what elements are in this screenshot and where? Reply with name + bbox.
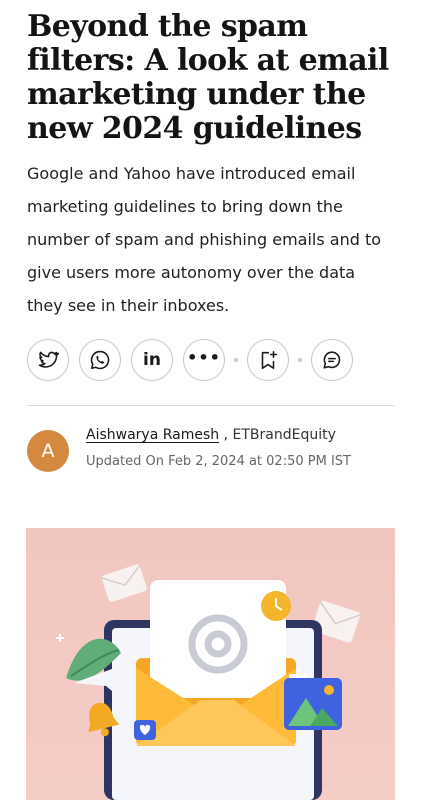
publication-name[interactable]: ETBrandEquity (233, 427, 336, 443)
author-name-link[interactable]: Aishwarya Ramesh (86, 427, 219, 443)
more-share-button[interactable]: ••• (183, 339, 225, 381)
bookmark-add-icon (261, 350, 278, 370)
hero-image (26, 528, 395, 800)
twitter-share-button[interactable] (27, 339, 69, 381)
avatar[interactable]: A (27, 430, 69, 472)
whatsapp-icon (90, 350, 110, 370)
more-icon: ••• (187, 347, 221, 367)
twitter-icon (38, 351, 59, 368)
article-header: Beyond the spam filters: A look at email… (27, 0, 395, 472)
linkedin-icon: in (143, 350, 161, 370)
divider (27, 405, 395, 406)
whatsapp-share-button[interactable] (79, 339, 121, 381)
author-meta: Aishwarya Ramesh , ETBrandEquity Updated… (86, 427, 351, 469)
email-illustration-icon (56, 564, 361, 800)
author-row: A Aishwarya Ramesh , ETBrandEquity Updat… (27, 427, 395, 472)
article-headline: Beyond the spam filters: A look at email… (27, 9, 389, 146)
comment-icon (323, 351, 341, 369)
floating-envelope-left (101, 564, 147, 602)
share-divider-dot-2 (298, 358, 302, 362)
bookmark-button[interactable] (247, 339, 289, 381)
article-summary: Google and Yahoo have introduced email m… (27, 164, 382, 315)
updated-timestamp: Updated On Feb 2, 2024 at 02:50 PM IST (86, 454, 351, 469)
share-bar: in ••• (27, 338, 395, 382)
comment-button[interactable] (311, 339, 353, 381)
share-divider-dot (234, 358, 238, 362)
linkedin-share-button[interactable]: in (131, 339, 173, 381)
byline: Aishwarya Ramesh , ETBrandEquity (86, 427, 351, 443)
byline-separator: , (219, 427, 229, 443)
